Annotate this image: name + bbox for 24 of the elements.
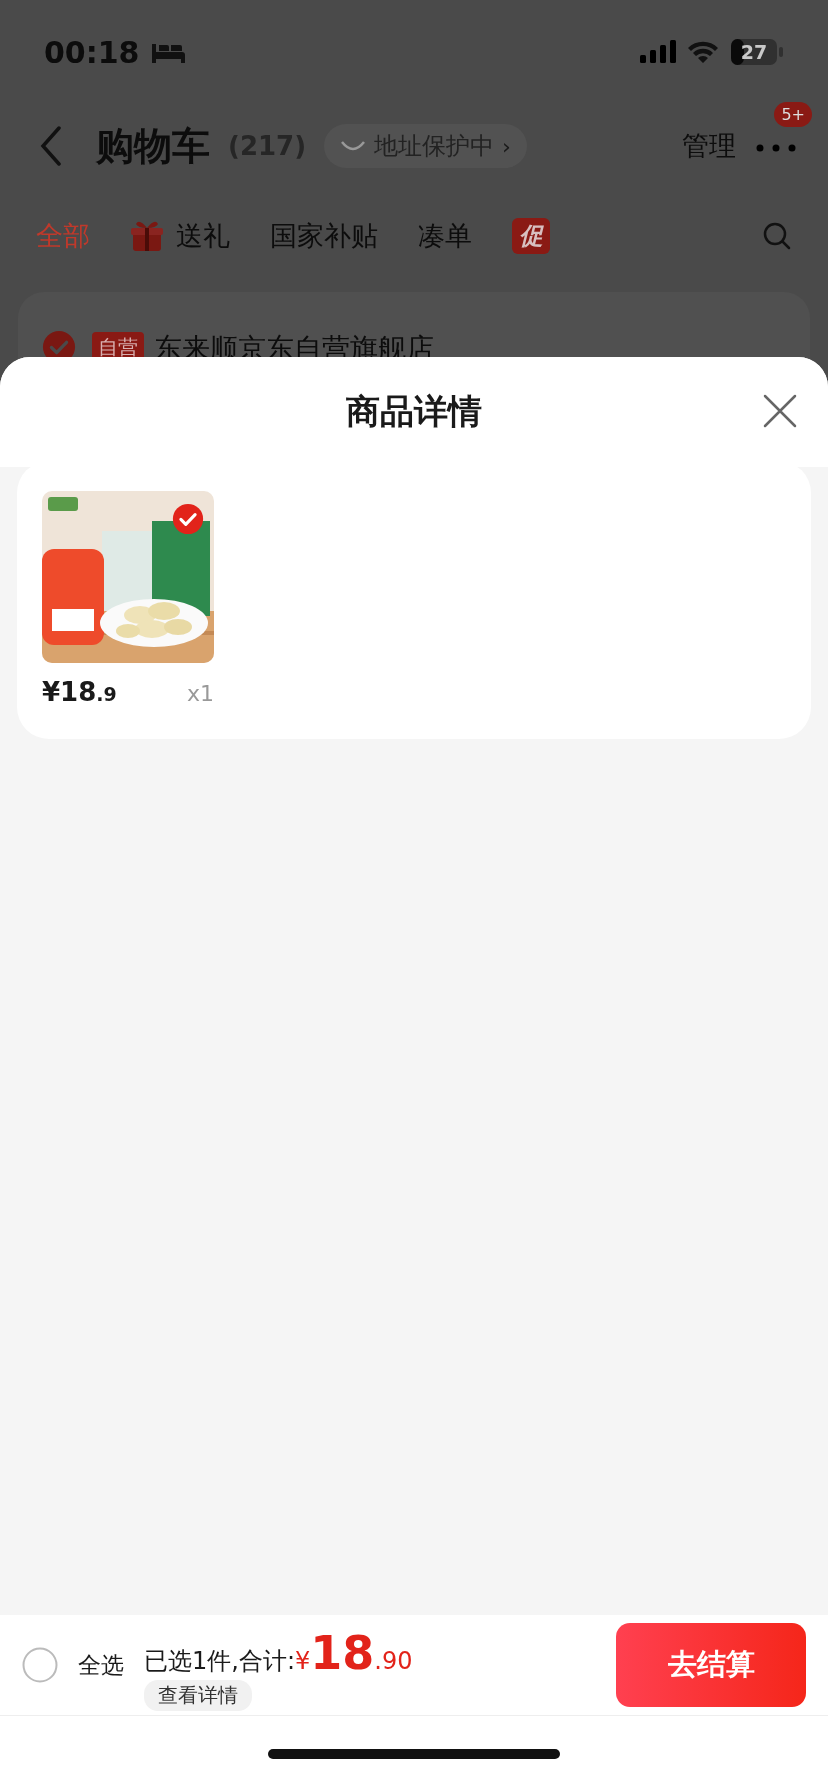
product-quantity: x1: [186, 681, 214, 706]
status-time: 00:18: [44, 34, 140, 70]
page-title: 购物车: [96, 122, 210, 170]
notification-badge: 5+: [774, 102, 812, 127]
product-price: ¥18.9: [42, 677, 117, 707]
tab[interactable]: 凑单: [418, 218, 472, 254]
signal-icon: [640, 39, 676, 65]
checkbox-icon[interactable]: [22, 1647, 58, 1683]
select-all-label[interactable]: 全选: [78, 1649, 124, 1681]
gift-icon: [130, 220, 164, 252]
checkout-button[interactable]: 去结算: [616, 1623, 806, 1707]
details-button[interactable]: 查看详情: [144, 1679, 252, 1711]
wifi-icon: [686, 39, 720, 65]
back-icon[interactable]: [40, 126, 62, 166]
tab[interactable]: 全部: [36, 218, 90, 254]
tab[interactable]: 促: [512, 218, 550, 254]
close-icon[interactable]: [762, 393, 798, 429]
tab[interactable]: 国家补贴: [270, 218, 378, 254]
total-summary: 已选1件,合计:¥18.90: [144, 1625, 413, 1680]
search-icon[interactable]: [762, 221, 792, 251]
manage-link[interactable]: 管理: [682, 128, 736, 164]
tab[interactable]: 送礼: [130, 218, 230, 254]
sheet-title: 商品详情: [346, 390, 482, 433]
checkbox-icon[interactable]: [172, 503, 204, 535]
